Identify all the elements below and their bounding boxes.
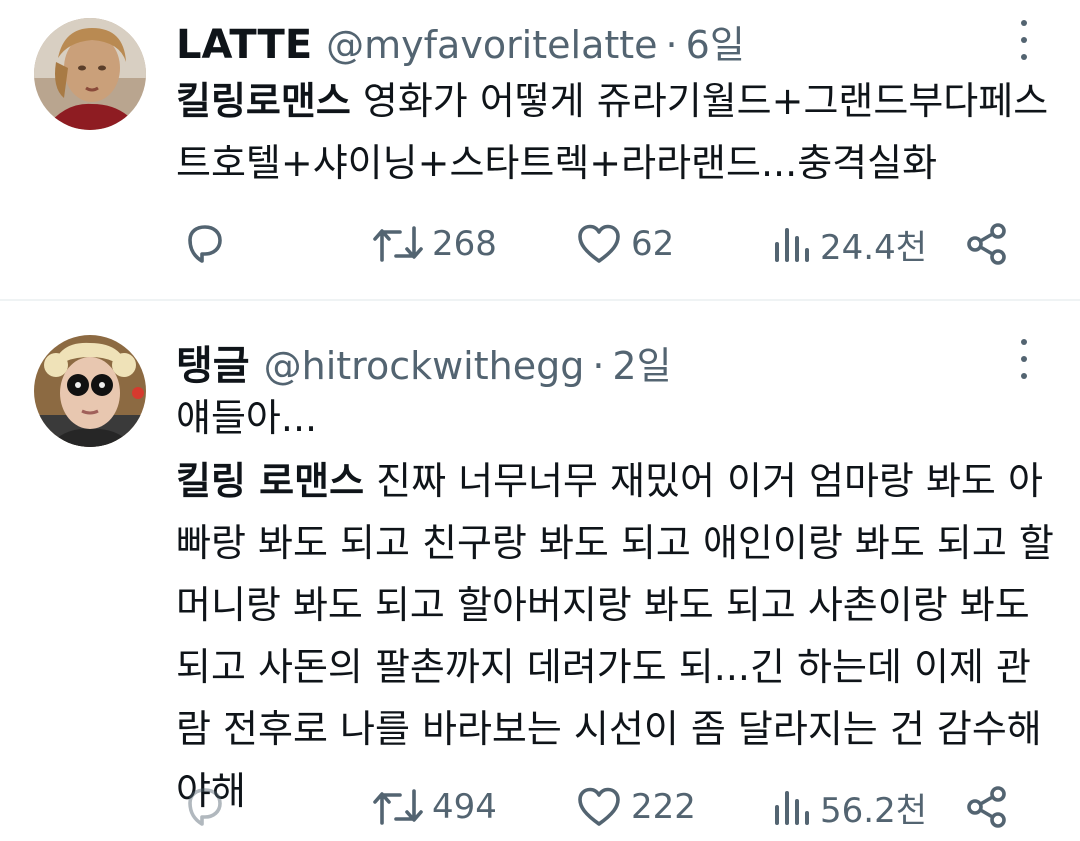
views-button[interactable]: 56.2천 (772, 782, 927, 832)
views-icon (772, 783, 812, 831)
tweet-text: 킬링 로맨스 진짜 너무너무 재밌어 이거 엄마랑 봐도 아빠랑 봐도 되고 친… (176, 450, 1056, 822)
more-icon[interactable] (1014, 339, 1034, 379)
like-button[interactable]: 222 (575, 782, 696, 832)
tweet-text-line: 얘들아... (176, 396, 318, 440)
tweet[interactable]: 탱글 @hitrockwithegg · 2일 얘들아... 킬링 로맨스 진짜… (0, 0, 1080, 831)
tweet-body: 진짜 너무너무 재밌어 이거 엄마랑 봐도 아빠랑 봐도 되고 친구랑 봐도 되… (176, 459, 1054, 813)
heart-icon (575, 783, 623, 831)
reply-button[interactable] (181, 782, 229, 832)
avatar[interactable] (34, 335, 146, 447)
retweet-count: 494 (432, 787, 497, 827)
share-button[interactable] (964, 782, 1010, 832)
retweet-button[interactable]: 494 (372, 782, 497, 832)
reply-icon (181, 783, 229, 831)
separator: · (592, 344, 605, 388)
share-icon (964, 783, 1010, 831)
retweet-icon (372, 783, 424, 831)
user-handle[interactable]: @hitrockwithegg (264, 344, 585, 388)
tweet-header: 탱글 @hitrockwithegg · 2일 (176, 333, 672, 391)
action-bar: 494 222 56.2천 (0, 782, 1080, 832)
like-count: 222 (631, 787, 696, 827)
movie-title: 킬링 로맨스 (176, 459, 365, 503)
display-name[interactable]: 탱글 (176, 333, 250, 391)
view-count: 56.2천 (820, 790, 927, 831)
timestamp[interactable]: 2일 (612, 335, 671, 390)
